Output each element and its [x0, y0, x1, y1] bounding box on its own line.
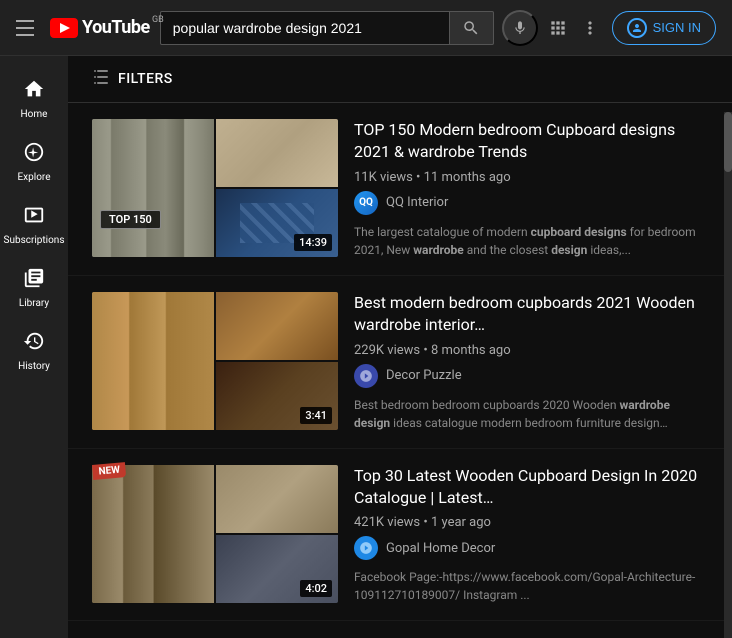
filters-icon: [92, 68, 110, 90]
video-meta: 229K views • 8 months ago: [354, 343, 708, 358]
header-right: SIGN IN: [548, 11, 716, 45]
youtube-icon: [50, 18, 78, 38]
video-title: Top 30 Latest Wooden Cupboard Design In …: [354, 465, 708, 510]
search-button[interactable]: [450, 11, 494, 45]
filters-label: FILTERS: [118, 71, 173, 87]
content-area: FILTERS TOP 150 14:39 TOP 150 Modern bed…: [68, 56, 732, 638]
youtube-wordmark: YouTube: [82, 17, 150, 38]
thumbnail-1: TOP 150 14:39: [92, 119, 338, 257]
video-item[interactable]: 3:41 Best modern bedroom cupboards 2021 …: [68, 276, 732, 449]
thumbnail-2: 3:41: [92, 292, 338, 430]
video-item[interactable]: TOP 150 14:39 TOP 150 Modern bedroom Cup…: [68, 103, 732, 276]
thumbnail-3: NEW 4:02: [92, 465, 338, 603]
channel-row: Decor Puzzle: [354, 364, 708, 388]
search-icon: [462, 19, 480, 37]
logo[interactable]: YouTube GB: [50, 17, 150, 38]
channel-name: Decor Puzzle: [386, 368, 462, 383]
top-badge: TOP 150: [100, 210, 161, 229]
region-label: GB: [152, 15, 164, 25]
sidebar-item-history[interactable]: History: [0, 320, 68, 379]
thumb-cell: [92, 292, 214, 430]
sidebar: Home Explore Subscriptions: [0, 56, 68, 638]
subscriptions-icon: [23, 204, 45, 231]
video-description: Facebook Page:-https://www.facebook.com/…: [354, 568, 708, 604]
sidebar-history-label: History: [18, 361, 50, 373]
channel-avatar: QQ: [354, 191, 378, 215]
thumb-cell: [92, 465, 214, 603]
channel-avatar: [354, 364, 378, 388]
video-item[interactable]: NEW 4:02 Top 30 Latest Wooden Cupboard D…: [68, 449, 732, 622]
sidebar-explore-label: Explore: [18, 172, 51, 184]
explore-icon: [23, 141, 45, 168]
header-left: YouTube GB: [16, 17, 150, 38]
video-meta: 11K views • 11 months ago: [354, 170, 708, 185]
channel-name: QQ Interior: [386, 195, 448, 210]
channel-avatar: [354, 536, 378, 560]
video-info: Top 30 Latest Wooden Cupboard Design In …: [354, 465, 708, 605]
more-options-icon[interactable]: [580, 18, 600, 38]
filters-bar: FILTERS: [68, 56, 732, 103]
scrollbar-thumb[interactable]: [724, 112, 732, 172]
sidebar-item-subscriptions[interactable]: Subscriptions: [0, 194, 68, 253]
sign-in-icon: [627, 18, 647, 38]
mic-button[interactable]: [502, 10, 538, 46]
mic-icon: [512, 20, 528, 36]
sidebar-item-home[interactable]: Home: [0, 68, 68, 127]
duration-badge: 4:02: [300, 580, 332, 597]
channel-name: Gopal Home Decor: [386, 541, 495, 556]
menu-icon[interactable]: [16, 20, 34, 36]
library-icon: [23, 267, 45, 294]
sidebar-item-library[interactable]: Library: [0, 257, 68, 316]
video-description: Best bedroom bedroom cupboards 2020 Wood…: [354, 396, 708, 432]
apps-icon[interactable]: [548, 18, 568, 38]
search-input[interactable]: [173, 20, 437, 36]
history-icon: [23, 330, 45, 357]
sign-in-button[interactable]: SIGN IN: [612, 11, 716, 45]
channel-row: Gopal Home Decor: [354, 536, 708, 560]
video-info: Best modern bedroom cupboards 2021 Woode…: [354, 292, 708, 432]
sign-in-label: SIGN IN: [653, 20, 701, 35]
home-icon: [23, 78, 45, 105]
duration-badge: 3:41: [300, 407, 332, 424]
channel-row: QQ QQ Interior: [354, 191, 708, 215]
scrollbar[interactable]: [724, 112, 732, 638]
video-description: The largest catalogue of modern cupboard…: [354, 223, 708, 259]
video-title: Best modern bedroom cupboards 2021 Woode…: [354, 292, 708, 337]
sidebar-home-label: Home: [21, 109, 48, 121]
thumb-cell: [216, 465, 338, 533]
sidebar-library-label: Library: [19, 298, 49, 310]
header: YouTube GB: [0, 0, 732, 56]
search-bar: [160, 10, 538, 46]
thumb-cell: [216, 292, 338, 360]
main-layout: Home Explore Subscriptions: [0, 56, 732, 638]
duration-badge: 14:39: [294, 234, 332, 251]
search-input-wrap: [160, 11, 450, 45]
thumb-cell: [216, 119, 338, 187]
sidebar-item-explore[interactable]: Explore: [0, 131, 68, 190]
thumb-cell: [92, 119, 214, 257]
video-list: TOP 150 14:39 TOP 150 Modern bedroom Cup…: [68, 103, 732, 621]
video-meta: 421K views • 1 year ago: [354, 515, 708, 530]
video-info: TOP 150 Modern bedroom Cupboard designs …: [354, 119, 708, 259]
new-badge: NEW: [92, 462, 127, 480]
video-title: TOP 150 Modern bedroom Cupboard designs …: [354, 119, 708, 164]
sidebar-subscriptions-label: Subscriptions: [4, 235, 65, 247]
